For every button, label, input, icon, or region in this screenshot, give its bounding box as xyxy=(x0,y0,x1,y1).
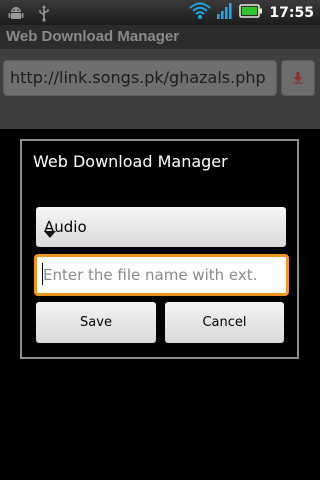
chevron-down-icon xyxy=(44,224,274,242)
url-input-value: http://link.songs.pk/ghazals.php xyxy=(10,68,266,87)
status-clock: 17:55 xyxy=(269,4,314,21)
usb-icon xyxy=(38,4,50,26)
app-title-bar: Web Download Manager xyxy=(0,25,320,49)
save-button[interactable]: Save xyxy=(36,302,156,343)
cancel-button[interactable]: Cancel xyxy=(165,302,284,343)
file-type-select[interactable]: Audio xyxy=(36,207,286,247)
signal-icon xyxy=(217,2,233,23)
download-button[interactable] xyxy=(281,60,315,96)
download-icon xyxy=(293,69,303,88)
android-debug-icon xyxy=(8,5,24,25)
url-input[interactable]: http://link.songs.pk/ghazals.php xyxy=(3,60,277,96)
screen: 17:55 Web Download Manager http://link.s… xyxy=(0,0,320,480)
dialog-title: Web Download Manager xyxy=(33,152,228,171)
download-dialog: Web Download Manager Audio Save Cancel xyxy=(20,139,299,359)
text-cursor xyxy=(42,263,43,285)
app-title: Web Download Manager xyxy=(6,28,180,45)
status-bar: 17:55 xyxy=(0,0,320,25)
file-name-input[interactable] xyxy=(34,254,289,296)
wifi-icon xyxy=(189,2,212,24)
battery-icon xyxy=(239,3,263,23)
app-body: http://link.songs.pk/ghazals.php xyxy=(0,49,320,129)
